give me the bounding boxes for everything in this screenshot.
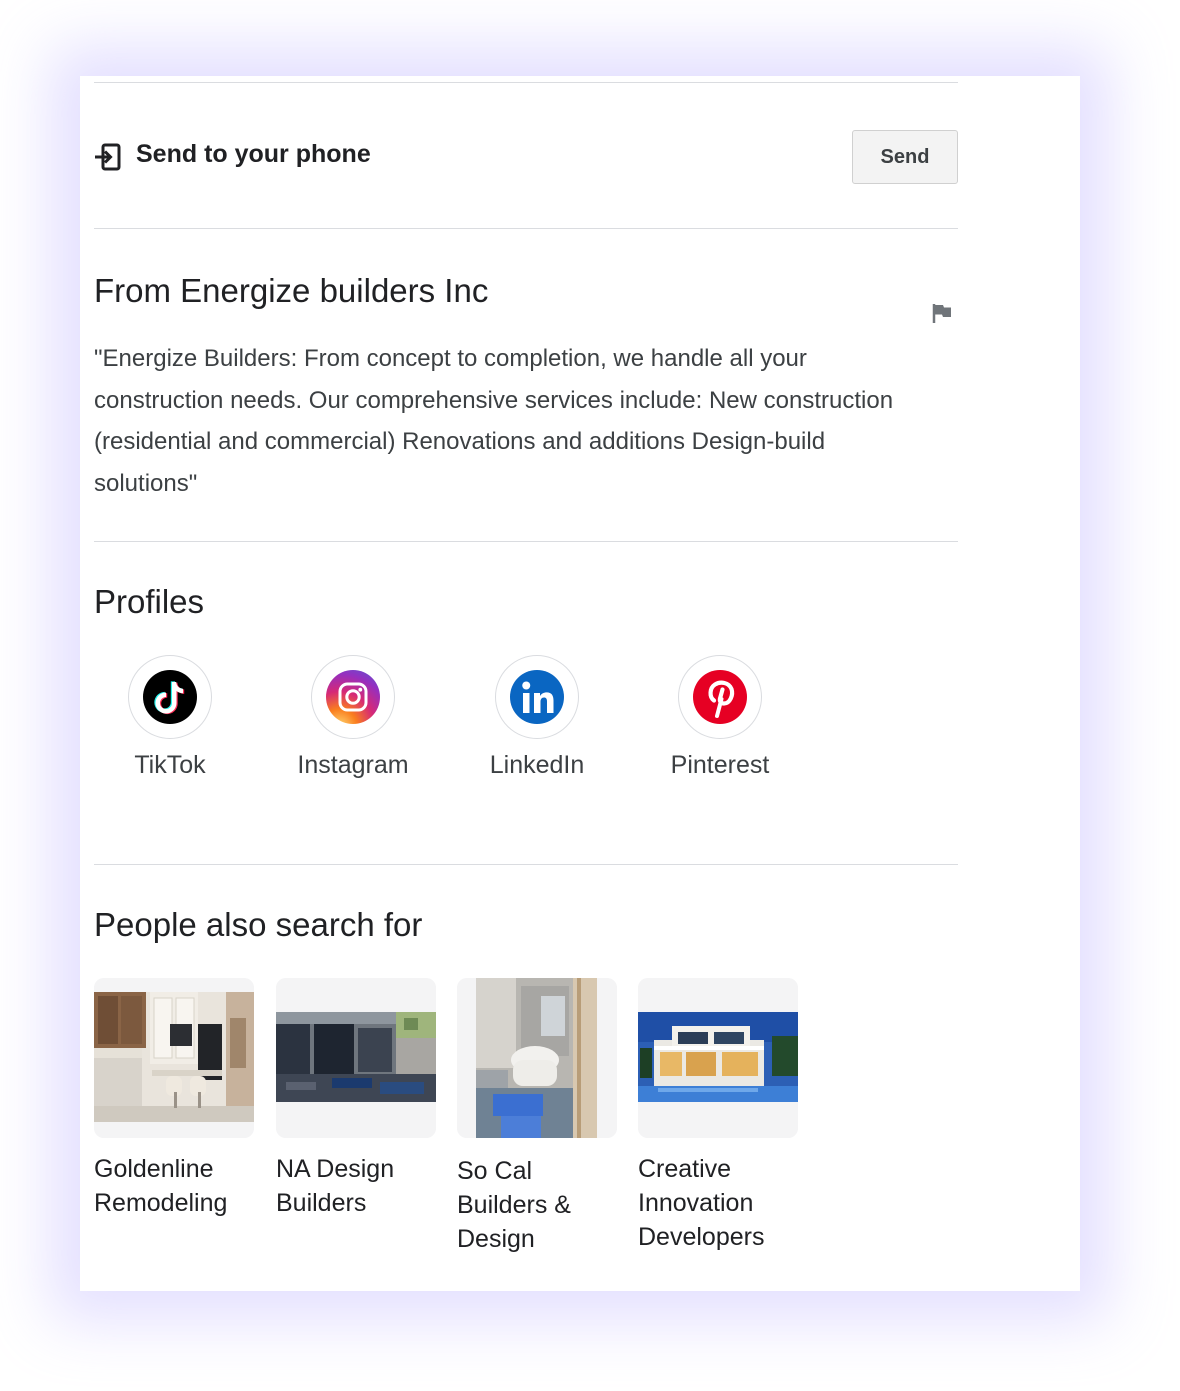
- profile-pinterest[interactable]: Pinterest: [645, 655, 795, 795]
- related-business-thumbnail: [457, 978, 617, 1138]
- people-also-search-title: People also search for: [94, 906, 423, 943]
- profile-tiktok[interactable]: TikTok: [95, 655, 245, 795]
- send-to-device-icon: [95, 143, 121, 171]
- related-business-name: So Cal Builders & Design: [457, 1157, 571, 1253]
- linkedin-icon: [510, 670, 564, 724]
- profile-label: TikTok: [134, 751, 206, 779]
- divider: [94, 864, 958, 865]
- profile-icon-circle: [495, 655, 579, 739]
- pinterest-icon: [693, 670, 747, 724]
- profile-icon-circle: [128, 655, 212, 739]
- profile-instagram[interactable]: Instagram: [278, 655, 428, 795]
- related-business-thumbnail: [638, 978, 798, 1138]
- tiktok-icon: [143, 670, 197, 724]
- profile-label: Instagram: [297, 751, 409, 779]
- modern-house-night-photo: [638, 978, 798, 1138]
- profile-linkedin[interactable]: LinkedIn: [462, 655, 612, 795]
- send-to-phone-label: Send to your phone: [136, 140, 371, 168]
- profile-label: Pinterest: [670, 751, 770, 779]
- divider: [94, 541, 958, 542]
- modern-patio-photo: [276, 978, 436, 1138]
- related-business-thumbnail: [276, 978, 436, 1138]
- divider: [94, 228, 958, 229]
- flag-icon[interactable]: [931, 302, 953, 324]
- related-business-name: Creative Innovation Developers: [638, 1155, 765, 1251]
- bathroom-photo: [457, 978, 617, 1138]
- business-description: "Energize Builders: From concept to comp…: [94, 345, 894, 497]
- from-business-title: From Energize builders Inc: [94, 272, 489, 309]
- profiles-title: Profiles: [94, 583, 205, 620]
- related-business-name: Goldenline Remodeling: [94, 1155, 228, 1217]
- send-button[interactable]: Send: [852, 130, 958, 184]
- profile-icon-circle: [311, 655, 395, 739]
- profile-icon-circle: [678, 655, 762, 739]
- related-business-thumbnail: [94, 978, 254, 1138]
- related-business-name: NA Design Builders: [276, 1155, 395, 1217]
- knowledge-panel: Send to your phone Send From Energize bu…: [80, 76, 1080, 1291]
- instagram-icon: [326, 670, 380, 724]
- profile-label: LinkedIn: [489, 751, 585, 779]
- send-to-phone-row: Send to your phone Send: [94, 130, 958, 192]
- divider: [94, 82, 958, 83]
- kitchen-interior-photo: [94, 978, 254, 1138]
